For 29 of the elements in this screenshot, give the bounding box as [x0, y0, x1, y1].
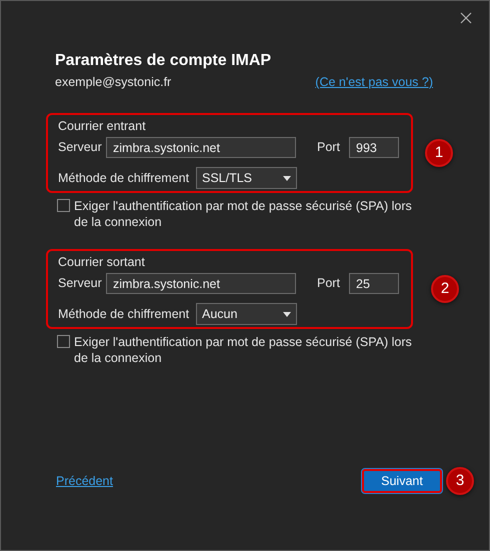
server-field[interactable]: zimbra.systonic.net [106, 137, 296, 158]
encryption-dropdown[interactable]: Aucun [196, 303, 297, 325]
close-icon [460, 12, 472, 24]
field-label: Méthode de chiffrement [58, 170, 190, 187]
section-heading: Courrier sortant [58, 255, 145, 269]
step-badge: 2 [431, 275, 459, 303]
server-field[interactable]: zimbra.systonic.net [106, 273, 296, 294]
switch-account-link[interactable]: (Ce n'est pas vous ?) [315, 74, 433, 90]
next-button[interactable]: Suivant [362, 469, 442, 493]
dropdown-arrow-icon [283, 312, 291, 316]
field-label: Serveur [58, 275, 103, 292]
encryption-dropdown[interactable]: SSL/TLS [196, 167, 297, 189]
dialog-title: Paramètres de compte IMAP [55, 51, 272, 71]
checkbox[interactable] [57, 199, 70, 212]
step-badge: 3 [446, 467, 474, 495]
section-heading: Courrier entrant [58, 119, 146, 133]
port-field[interactable]: 25 [349, 273, 399, 294]
field-label: Port [317, 275, 341, 292]
dropdown-arrow-icon [283, 176, 291, 180]
step-badge: 1 [425, 139, 453, 167]
port-field[interactable]: 993 [349, 137, 399, 158]
checkbox-label: Exiger l'authentification par mot de passe sécurisé (SPA) lors de la connexion [74, 198, 413, 230]
field-label: Port [317, 139, 341, 156]
checkbox[interactable] [57, 335, 70, 348]
field-label: Méthode de chiffrement [58, 306, 190, 323]
field-label: Serveur [58, 139, 103, 156]
back-link[interactable]: Précédent [56, 472, 113, 490]
checkbox-label: Exiger l'authentification par mot de passe sécurisé (SPA) lors de la connexion [74, 334, 413, 366]
account-email: exemple@systonic.fr [55, 74, 172, 90]
